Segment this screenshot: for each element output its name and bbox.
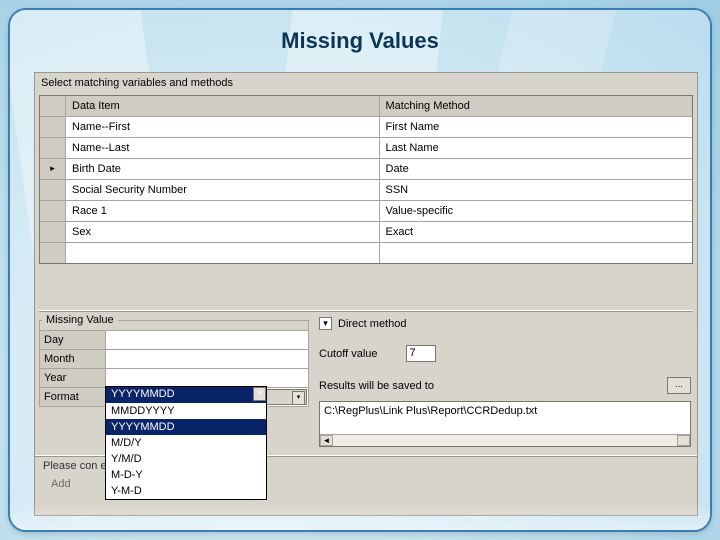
table-row[interactable]: Race 1 Value-specific: [40, 201, 692, 222]
format-dropdown-list[interactable]: YYYYMMDD ▾ MMDDYYYY YYYYMMDD M/D/Y Y/M/D…: [105, 386, 267, 500]
row-selector[interactable]: [40, 138, 66, 158]
row-selector[interactable]: [40, 117, 66, 137]
row-selector[interactable]: ▸: [40, 159, 66, 179]
table-row[interactable]: Social Security Number SSN: [40, 180, 692, 201]
grid-header-data-item: Data Item: [66, 96, 380, 116]
results-path-value: C:\RegPlus\Link Plus\Report\CCRDedup.txt: [324, 405, 537, 417]
cell-method[interactable]: Exact: [380, 222, 693, 242]
day-field[interactable]: [106, 331, 308, 349]
bottom-pane: Missing Value Day Month Year: [39, 314, 693, 447]
grid-header-selector: [40, 96, 66, 116]
direct-method-checkbox[interactable]: ▾: [319, 317, 332, 330]
results-path-textarea[interactable]: C:\RegPlus\Link Plus\Report\CCRDedup.txt…: [319, 401, 691, 447]
page-title: Missing Values: [10, 28, 710, 54]
grid-header-method: Matching Method: [380, 96, 693, 116]
cell-method[interactable]: Date: [380, 159, 693, 179]
cell-data-item[interactable]: Race 1: [66, 201, 380, 221]
table-row[interactable]: Name--First First Name: [40, 117, 692, 138]
scroll-right-icon[interactable]: [677, 435, 690, 446]
year-label: Year: [40, 369, 106, 387]
dropdown-option[interactable]: MMDDYYYY: [106, 403, 266, 419]
table-row[interactable]: Name--Last Last Name: [40, 138, 692, 159]
format-label: Format: [40, 388, 106, 406]
browse-button[interactable]: ...: [667, 377, 691, 394]
cell-method[interactable]: SSN: [380, 180, 693, 200]
cell-data-item[interactable]: Social Security Number: [66, 180, 380, 200]
cell-method[interactable]: Last Name: [380, 138, 693, 158]
settings-pane: ▾ Direct method Cutoff value 7 Results w…: [315, 314, 693, 447]
grid-header-row: Data Item Matching Method: [40, 96, 692, 117]
cell-data-item[interactable]: Name--First: [66, 117, 380, 137]
scroll-left-icon[interactable]: ◄: [320, 435, 333, 446]
add-label: Add: [51, 478, 71, 490]
cell-method[interactable]: [380, 243, 693, 263]
horizontal-scrollbar[interactable]: ◄: [320, 434, 690, 446]
cell-data-item[interactable]: Name--Last: [66, 138, 380, 158]
cell-data-item[interactable]: Birth Date: [66, 159, 380, 179]
table-row[interactable]: [40, 243, 692, 263]
table-row[interactable]: ▸ Birth Date Date: [40, 159, 692, 180]
missing-value-legend: Missing Value: [42, 314, 118, 326]
chevron-down-icon[interactable]: ▾: [292, 391, 305, 405]
cutoff-label: Cutoff value: [319, 348, 378, 360]
cell-method[interactable]: Value-specific: [380, 201, 693, 221]
year-field[interactable]: [106, 369, 308, 387]
row-selector[interactable]: [40, 201, 66, 221]
direct-method-label: Direct method: [338, 318, 406, 330]
results-saved-label: Results will be saved to: [319, 380, 667, 392]
chevron-down-icon[interactable]: ▾: [253, 387, 266, 401]
cell-data-item[interactable]: [66, 243, 380, 263]
dialog-panel: Select matching variables and methods Da…: [34, 72, 698, 516]
dropdown-option[interactable]: YYYYMMDD: [106, 419, 266, 435]
section-label: Select matching variables and methods: [35, 73, 697, 95]
row-selector[interactable]: [40, 243, 66, 263]
month-field[interactable]: [106, 350, 308, 368]
dropdown-option[interactable]: Y-M-D: [106, 483, 266, 499]
dropdown-option[interactable]: M-D-Y: [106, 467, 266, 483]
scrollbar-track[interactable]: [333, 435, 677, 446]
table-row[interactable]: Sex Exact: [40, 222, 692, 243]
variables-grid[interactable]: Data Item Matching Method Name--First Fi…: [39, 95, 693, 264]
day-label: Day: [40, 331, 106, 349]
cell-data-item[interactable]: Sex: [66, 222, 380, 242]
dropdown-option[interactable]: Y/M/D: [106, 451, 266, 467]
missing-value-pane: Missing Value Day Month Year: [39, 314, 309, 447]
format-dropdown-header: YYYYMMDD ▾: [106, 387, 266, 403]
dropdown-option[interactable]: M/D/Y: [106, 435, 266, 451]
month-label: Month: [40, 350, 106, 368]
row-selector[interactable]: [40, 180, 66, 200]
row-selector[interactable]: [40, 222, 66, 242]
cell-method[interactable]: First Name: [380, 117, 693, 137]
cutoff-input[interactable]: 7: [406, 345, 436, 362]
